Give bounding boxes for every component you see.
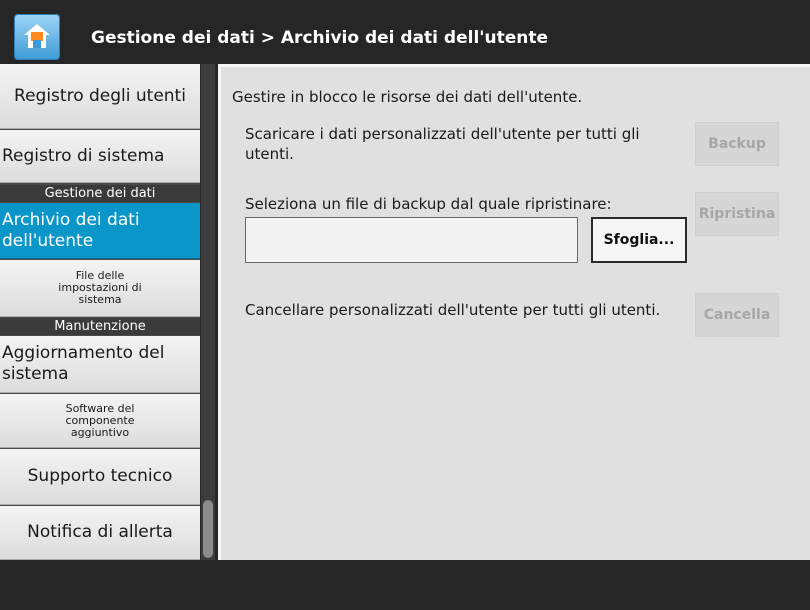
backup-description: Scaricare i dati personalizzati dell'ute… [245,125,640,163]
section-header-manutenzione: Manutenzione [0,318,200,335]
backup-button[interactable]: Backup [695,122,779,166]
sidebar-scrollbar[interactable] [201,64,215,560]
sidebar-item-archivio-dati[interactable]: Archivio dei dati dell'utente [0,203,200,259]
restore-description: Seleziona un file di backup dal quale ri… [245,195,612,213]
footer-bar [0,560,810,610]
sidebar-item-label: Registro degli utenti [14,85,186,106]
sidebar-item-registro-sistema[interactable]: Registro di sistema [0,130,200,183]
sidebar-item-file-impostazioni[interactable]: File delle impostazioni di sistema [0,260,200,317]
browse-button[interactable]: Sfoglia... [591,217,687,263]
delete-button[interactable]: Cancella [695,293,779,337]
sidebar-item-label: Supporto tecnico [27,466,173,486]
backup-file-input[interactable] [245,217,578,263]
title-bar: Gestione dei dati > Archivio dei dati de… [0,0,810,64]
sidebar-item-label: Registro di sistema [2,145,165,166]
sidebar-item-notifica-allerta[interactable]: Notifica di allerta [0,506,200,560]
sidebar-item-label: Archivio dei dati dell'utente [2,209,140,251]
sidebar-item-aggiornamento[interactable]: Aggiornamento del sistema [0,336,200,393]
home-button[interactable] [14,14,60,60]
sidebar-item-label: Aggiornamento del sistema [2,343,165,384]
sidebar-scrollbar-thumb[interactable] [203,500,213,558]
intro-text: Gestire in blocco le risorse dei dati de… [232,88,583,106]
section-header-gestione-dati: Gestione dei dati [0,185,200,202]
sidebar-item-supporto-tecnico[interactable]: Supporto tecnico [0,449,200,505]
sidebar-item-label: Notifica di allerta [27,522,173,542]
page-title: Gestione dei dati > Archivio dei dati de… [91,28,548,48]
sidebar-item-label: File delle impostazioni di sistema [58,269,142,306]
delete-description: Cancellare personalizzati dell'utente pe… [245,301,661,319]
sidebar-item-software-componente[interactable]: Software del componente aggiuntivo [0,394,200,448]
home-icon [24,24,50,48]
sidebar-item-registro-utenti[interactable]: Registro degli utenti [0,64,200,129]
restore-button[interactable]: Ripristina [695,192,779,236]
sidebar-item-label: Software del componente aggiuntivo [65,401,135,439]
